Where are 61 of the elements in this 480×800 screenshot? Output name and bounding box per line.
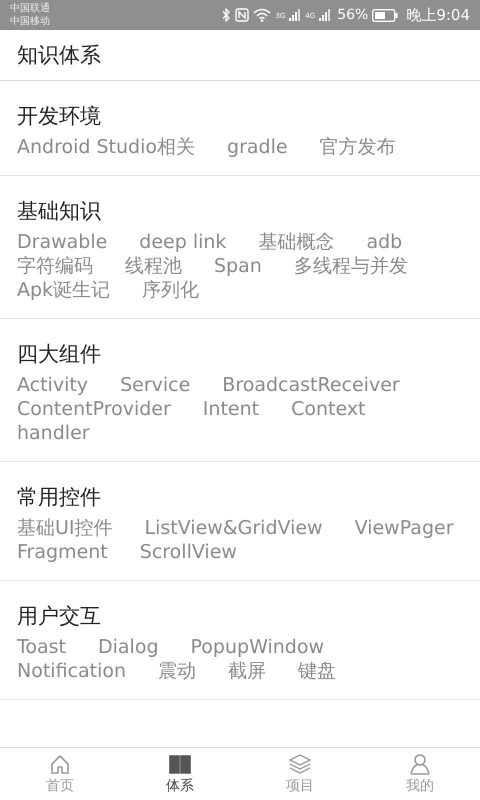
topic-tag[interactable]: ListView&GridView xyxy=(144,516,323,540)
topic-tag[interactable]: Context xyxy=(291,397,366,421)
topic-tag[interactable]: ContentProvider xyxy=(17,397,171,421)
carrier-name: 中国移动 xyxy=(10,15,50,28)
topic-tag[interactable]: 线程池 xyxy=(125,254,182,278)
category-title: 用户交互 xyxy=(17,603,102,630)
topic-tag[interactable]: Android Studio相关 xyxy=(17,135,196,159)
topic-tag[interactable]: Activity xyxy=(17,373,88,397)
person-icon xyxy=(409,753,431,775)
wifi-icon xyxy=(253,8,272,22)
nav-tab[interactable]: 项目 xyxy=(240,748,360,800)
topic-tag[interactable]: 序列化 xyxy=(142,278,200,302)
category-title: 基础知识 xyxy=(17,198,102,225)
topic-tag[interactable]: 键盘 xyxy=(298,659,336,683)
topic-tag[interactable]: Drawable xyxy=(17,230,108,254)
topic-tag[interactable]: Apk诞生记 xyxy=(17,278,110,302)
topic-tag[interactable]: 截屏 xyxy=(228,659,266,683)
topic-tag[interactable]: gradle xyxy=(227,135,288,159)
category-title: 开发环境 xyxy=(17,103,102,130)
topic-tag[interactable]: deep link xyxy=(139,230,226,254)
category-card[interactable]: 基础知识 Drawable deep link 基础概念 adb 字符编码 线程池 Span 多线程与并发 Apk诞生记 序列化 xyxy=(0,176,480,319)
clock: 晚上9:04 xyxy=(406,6,470,24)
nfc-icon xyxy=(235,8,250,22)
nav-tab[interactable]: 我的 xyxy=(360,748,480,800)
topic-tag[interactable]: Intent xyxy=(202,397,260,421)
home-icon xyxy=(49,753,71,775)
topic-tag[interactable]: Toast xyxy=(17,635,66,659)
topic-tag[interactable]: Dialog xyxy=(98,635,159,659)
book-icon xyxy=(169,753,191,775)
signal-icon xyxy=(289,9,302,21)
topic-tag[interactable]: BroadcastReceiver xyxy=(222,373,400,397)
topic-tag[interactable]: handler xyxy=(17,421,90,445)
category-title: 四大组件 xyxy=(17,341,102,368)
page-title: 知识体系 xyxy=(17,42,101,69)
signal-icon xyxy=(319,9,332,21)
topic-tag[interactable]: 震动 xyxy=(158,659,196,683)
topic-tag[interactable]: 官方发布 xyxy=(320,135,396,159)
topic-tag[interactable]: ViewPager xyxy=(354,516,454,540)
battery-percent: 56% xyxy=(337,7,368,23)
topic-tag[interactable]: 字符编码 xyxy=(17,254,93,278)
carrier-name: 中国联通 xyxy=(10,2,50,15)
category-title: 常用控件 xyxy=(17,484,102,511)
nav-tab[interactable]: 体系 xyxy=(120,748,240,800)
topic-tag[interactable]: 多线程与并发 xyxy=(294,254,408,278)
layers-icon xyxy=(288,753,312,775)
topic-tag[interactable]: Service xyxy=(120,373,190,397)
nav-tab[interactable]: 首页 xyxy=(0,748,120,800)
topic-tag[interactable]: Span xyxy=(214,254,262,278)
category-card[interactable]: 四大组件 Activity Service BroadcastReceiver ContentProvider Intent Context handler xyxy=(0,319,480,462)
bluetooth-icon xyxy=(221,8,232,22)
topic-tag[interactable]: adb xyxy=(366,230,402,254)
topic-tag[interactable]: PopupWindow xyxy=(190,635,324,659)
topic-tag[interactable]: Notification xyxy=(17,659,126,683)
battery-icon xyxy=(372,8,398,22)
topic-tag[interactable]: 基础概念 xyxy=(258,230,334,254)
topic-tag[interactable]: ScrollView xyxy=(140,540,237,564)
category-card[interactable]: 开发环境 Android Studio相关 gradle 官方发布 xyxy=(0,81,480,176)
category-card[interactable]: 用户交互 Toast Dialog PopupWindow Notification 震动 截屏 键盘 xyxy=(0,581,480,700)
topic-tag[interactable]: Fragment xyxy=(17,540,108,564)
category-card[interactable]: 常用控件 基础UI控件 ListView&GridView ViewPager Fragment ScrollView xyxy=(0,462,480,581)
topic-tag[interactable]: 基础UI控件 xyxy=(17,516,113,540)
